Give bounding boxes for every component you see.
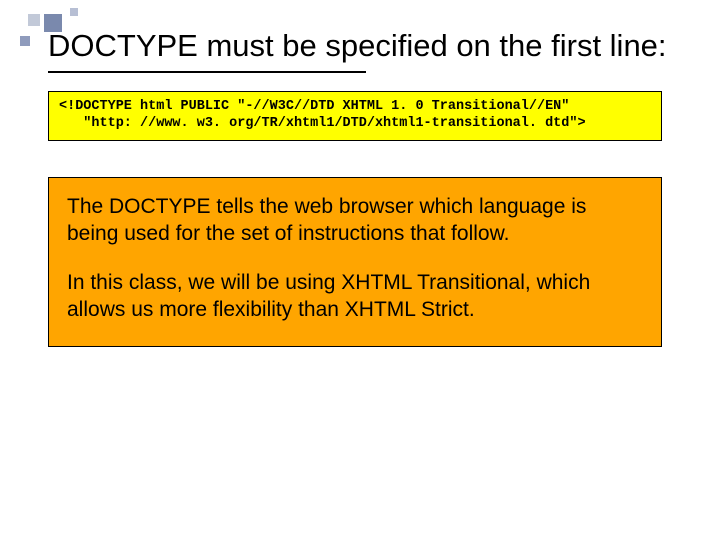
title-underline <box>48 71 366 73</box>
slide-title: DOCTYPE must be specified on the first l… <box>48 28 682 65</box>
doctype-code-box: <!DOCTYPE html PUBLIC "-//W3C//DTD XHTML… <box>48 91 662 142</box>
paragraph-2: In this class, we will be using XHTML Tr… <box>67 270 643 324</box>
code-line-1: <!DOCTYPE html PUBLIC "-//W3C//DTD XHTML… <box>59 99 569 114</box>
slide: DOCTYPE must be specified on the first l… <box>0 0 720 540</box>
code-line-2: "http: //www. w3. org/TR/xhtml1/DTD/xhtm… <box>59 116 586 131</box>
code-block: <!DOCTYPE html PUBLIC "-//W3C//DTD XHTML… <box>59 98 651 133</box>
paragraph-1: The DOCTYPE tells the web browser which … <box>67 194 643 248</box>
explanation-box: The DOCTYPE tells the web browser which … <box>48 177 662 347</box>
